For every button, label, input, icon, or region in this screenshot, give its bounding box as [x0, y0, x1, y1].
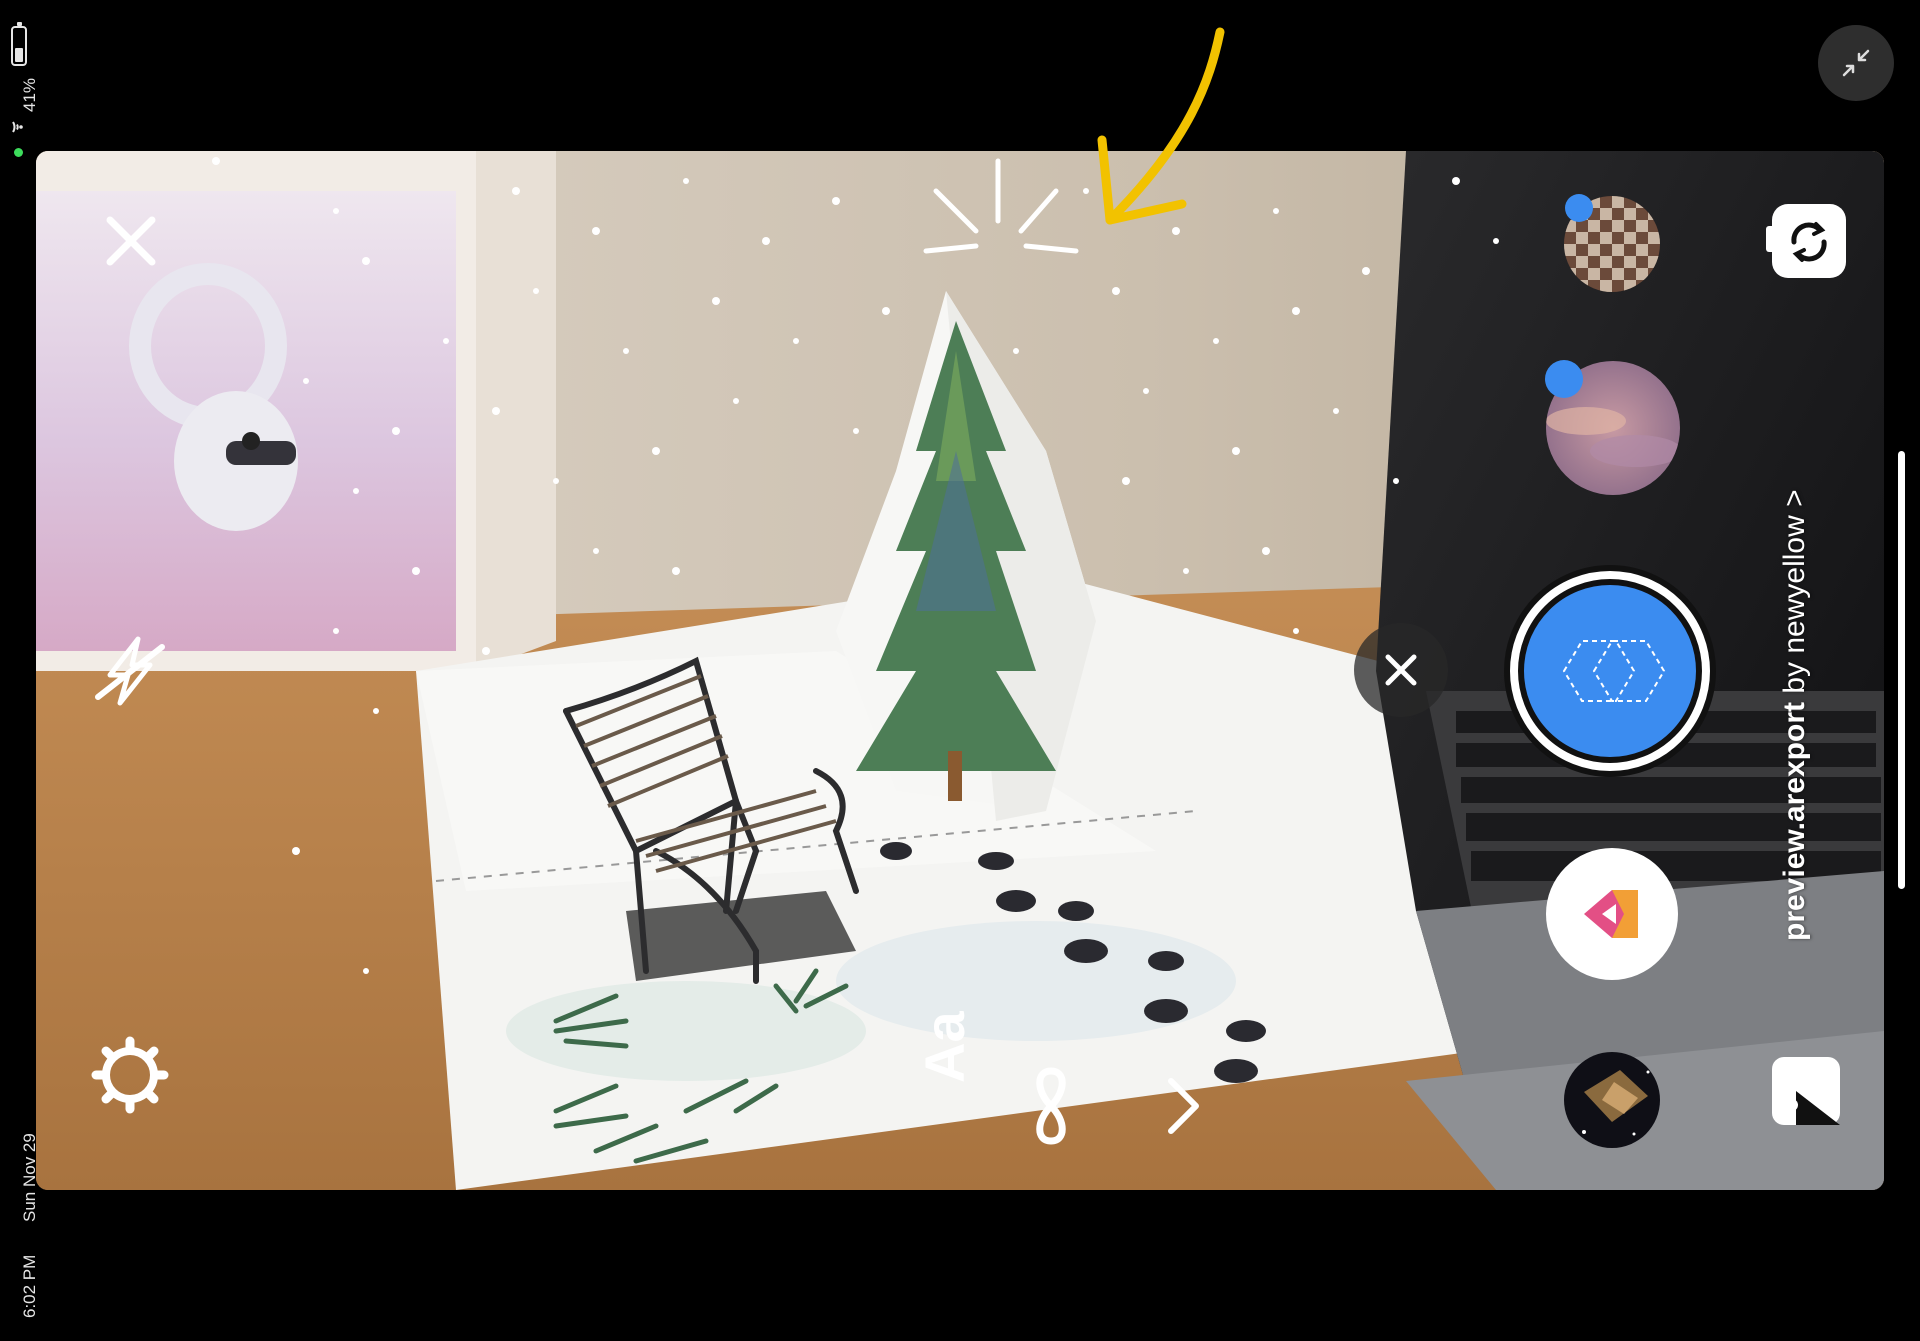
camera-screen: 41% Sun Nov 29 6:02 PM Aa preview.arexpo… — [0, 0, 1920, 1341]
effect-thumbnail-box[interactable] — [1564, 1052, 1660, 1148]
camera-in-use-indicator — [14, 148, 23, 157]
arexport-logo-icon — [1562, 640, 1666, 702]
camera-viewfinder[interactable]: Aa preview.arexport by newyellow > — [36, 151, 1884, 1190]
flash-toggle-button[interactable] — [88, 629, 172, 713]
text-aa-icon: Aa — [913, 1011, 976, 1083]
minimize-button[interactable] — [1818, 25, 1894, 101]
active-effect-icon — [1518, 579, 1702, 763]
minimize-icon — [1842, 49, 1870, 77]
more-tools-button[interactable] — [1136, 1056, 1226, 1156]
annotation-arrow — [1097, 27, 1225, 225]
close-icon — [1385, 654, 1417, 686]
infinity-icon — [1036, 1067, 1066, 1145]
flash-off-icon — [95, 636, 165, 706]
status-time: 6:02 PM — [20, 1254, 39, 1318]
wifi-icon — [12, 121, 23, 133]
create-mode-button[interactable] — [1546, 848, 1678, 980]
chevron-right-icon: > — [1778, 489, 1811, 507]
shutter-button[interactable] — [1504, 565, 1716, 777]
gear-icon — [91, 1036, 169, 1114]
new-effect-indicator — [1545, 360, 1583, 398]
effect-credit-link[interactable]: preview.arexport by newyellow > — [1778, 489, 1812, 941]
settings-button[interactable] — [90, 1035, 170, 1115]
chevron-right-icon — [1168, 1078, 1199, 1134]
new-effect-indicator — [1565, 194, 1593, 222]
remove-effect-button[interactable] — [1354, 623, 1448, 717]
gallery-icon — [1772, 1057, 1840, 1125]
effect-name: preview.arexport — [1778, 702, 1811, 941]
battery-percent: 41% — [20, 77, 39, 112]
flip-camera-button[interactable] — [1764, 196, 1854, 286]
scroll-indicator[interactable] — [1898, 451, 1905, 889]
gallery-button[interactable] — [1766, 1051, 1846, 1131]
box-thumbnail-image — [1564, 1052, 1660, 1148]
close-button[interactable] — [96, 206, 166, 276]
boomerang-mode-button[interactable] — [996, 1051, 1106, 1161]
close-icon — [106, 216, 156, 266]
text-mode-button[interactable]: Aa — [856, 1011, 976, 1161]
flip-camera-icon — [1766, 204, 1846, 278]
create-mode-icon — [1584, 890, 1638, 938]
battery-icon — [11, 22, 27, 66]
effect-author: by newyellow — [1778, 515, 1811, 694]
status-bar: 41% Sun Nov 29 6:02 PM — [0, 0, 39, 1341]
